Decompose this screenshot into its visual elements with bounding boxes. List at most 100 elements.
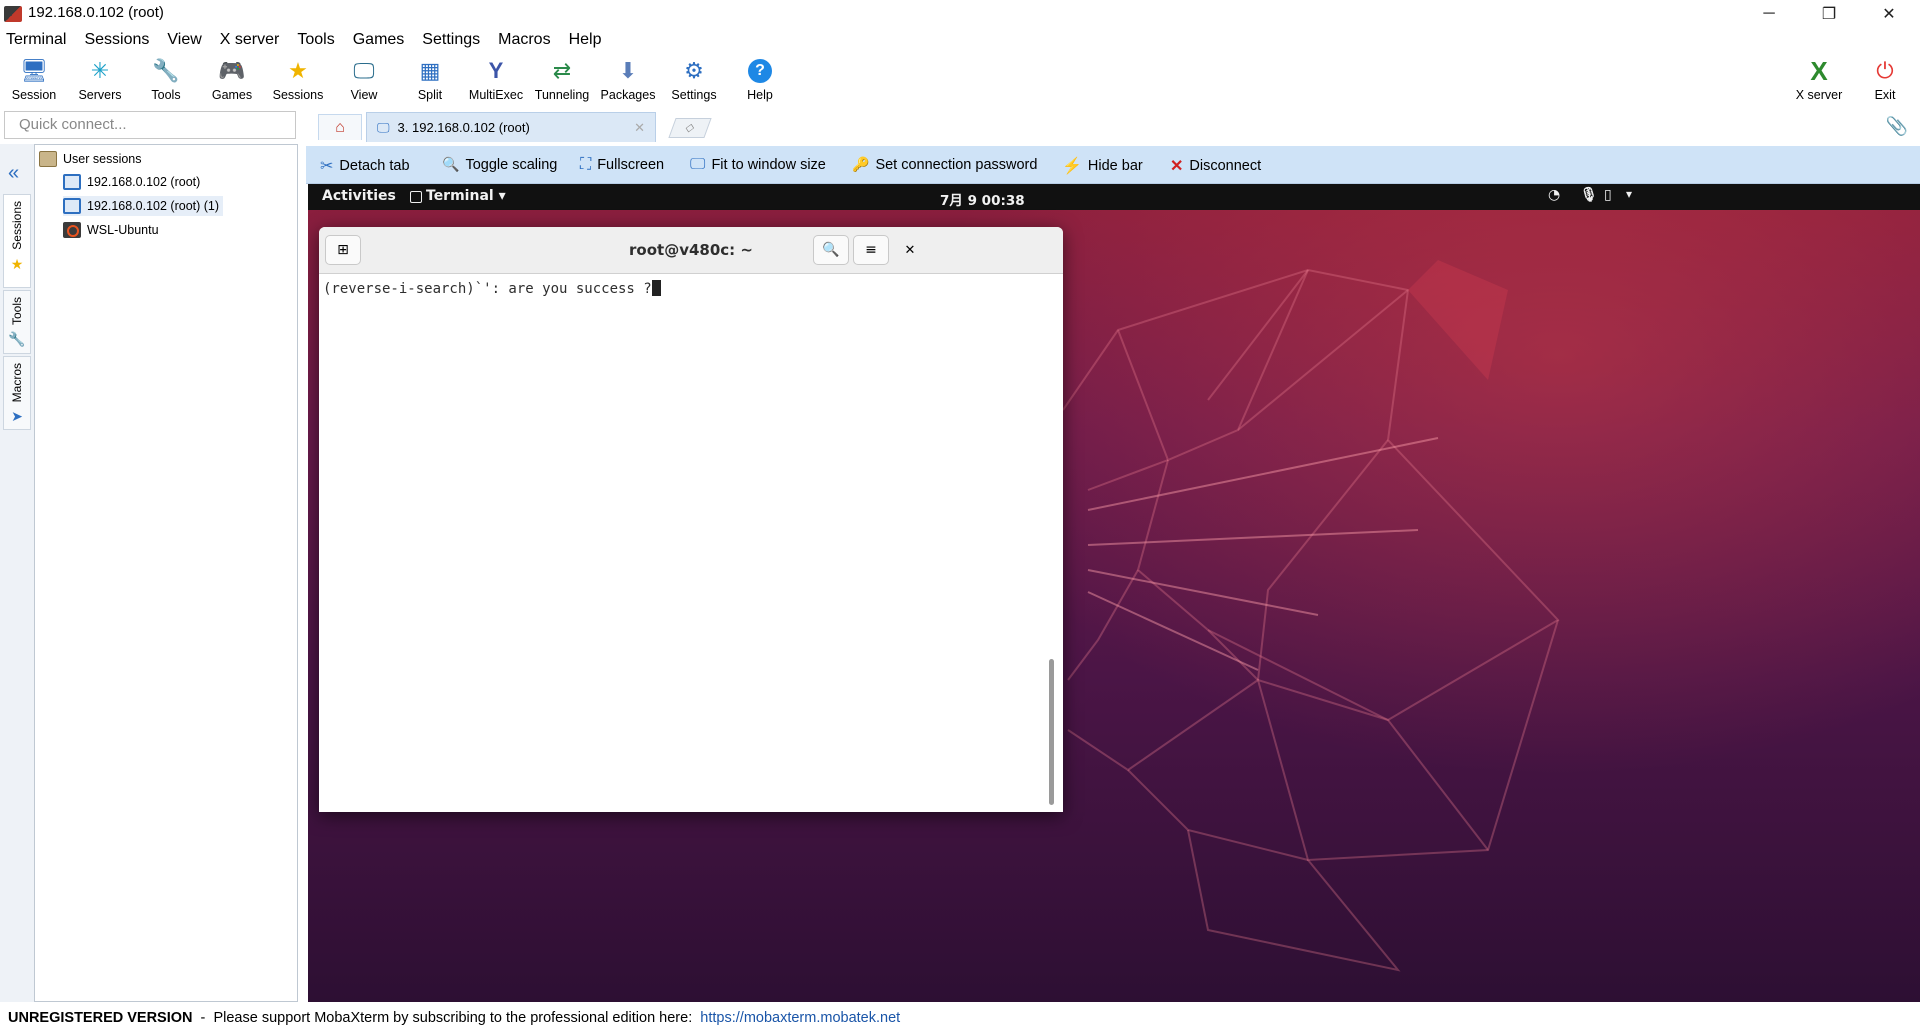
mic-icon[interactable]: 🎙 [1580, 187, 1598, 203]
split-button[interactable]: ▦ Split [397, 54, 463, 108]
packages-button[interactable]: ⬇ Packages [595, 54, 661, 108]
view-icon: 🖵 [353, 58, 375, 83]
fullscreen-icon: ⛶ [580, 156, 592, 173]
servers-button[interactable]: ✳ Servers [67, 54, 133, 108]
menu-games[interactable]: Games [353, 28, 413, 52]
star-icon: ★ [10, 255, 24, 272]
tree-root-user-sessions[interactable]: User sessions [39, 149, 142, 169]
x-server-button[interactable]: X X server [1786, 54, 1852, 108]
activities-button[interactable]: Activities [322, 188, 396, 204]
remote-desktop[interactable]: Activities Terminal ▾ 7月 9 00:38 ◔ 🎙 ▯ ▾… [308, 184, 1920, 1002]
new-tab-icon[interactable]: ⊞ [325, 235, 361, 265]
close-icon[interactable]: ✕ [895, 235, 925, 265]
remote-action-bar: ✂ Detach tab 🔍 Toggle scaling ⛶ Fullscre… [306, 146, 1920, 184]
sessions-panel: User sessions 192.168.0.102 (root) 192.1… [34, 144, 298, 1002]
title-bar: 192.168.0.102 (root) ─ ❐ ✕ [0, 0, 1920, 28]
home-tab[interactable]: ⌂ [318, 114, 362, 140]
menu-tools[interactable]: Tools [297, 28, 342, 52]
collapse-sidebar-icon[interactable]: « [8, 162, 19, 185]
menu-bar: Terminal Sessions View X server Tools Ga… [0, 28, 1920, 52]
wifi-icon[interactable]: ◔ [1548, 187, 1560, 203]
tools-button[interactable]: 🔧 Tools [133, 54, 199, 108]
toolbar: 🖥 Session ✳ Servers 🔧 Tools 🎮 Games ★ Se… [0, 54, 1920, 110]
exit-button[interactable]: ⏻ Exit [1852, 54, 1918, 108]
unregistered-label: UNREGISTERED VERSION [8, 1010, 193, 1026]
fit-to-window-button[interactable]: 🖵 Fit to window size [690, 156, 826, 174]
sessions-button[interactable]: ★ Sessions [265, 54, 331, 108]
monitor-icon: 🖵 [377, 119, 390, 135]
tab-strip: ⌂ 🖵 3. 192.168.0.102 (root) ✕ ◇ 📎 [300, 112, 1920, 142]
restore-button[interactable]: ❐ [1806, 0, 1852, 28]
terminal-header-bar: root@v480c: ~ ⊞ 🔍 ≡ ✕ [319, 227, 1063, 274]
text-cursor [651, 280, 661, 296]
help-icon: ? [748, 59, 772, 83]
terminal-title: root@v480c: ~ [629, 241, 753, 259]
minimize-button[interactable]: ─ [1746, 0, 1792, 28]
hamburger-menu-icon[interactable]: ≡ [853, 235, 889, 265]
paperclip-icon[interactable]: 📎 [1886, 116, 1908, 137]
mobatek-link[interactable]: https://mobaxterm.mobatek.net [700, 1010, 900, 1026]
x-server-icon: X [1810, 56, 1828, 86]
scrollbar-thumb[interactable] [1049, 659, 1054, 805]
tab-session-3[interactable]: 🖵 3. 192.168.0.102 (root) ✕ [366, 112, 656, 142]
close-tab-icon[interactable]: ✕ [634, 120, 645, 136]
detach-tab-button[interactable]: ✂ Detach tab [320, 156, 410, 176]
settings-button[interactable]: ⚙ Settings [661, 54, 727, 108]
menu-sessions[interactable]: Sessions [84, 28, 157, 52]
app-menu-terminal[interactable]: Terminal ▾ [426, 188, 506, 204]
hide-bar-button[interactable]: ⚡ Hide bar [1062, 156, 1143, 176]
fullscreen-button[interactable]: ⛶ Fullscreen [580, 156, 664, 174]
side-tab-bar: « Sessions ★ Tools 🔧 Macros ➤ [0, 144, 34, 1002]
session-item[interactable]: WSL-Ubuntu [63, 220, 159, 240]
scissors-icon: ✂ [320, 158, 334, 175]
games-button[interactable]: 🎮 Games [199, 54, 265, 108]
tunneling-button[interactable]: ⇄ Tunneling [529, 54, 595, 108]
power-icon: ⏻ [1876, 58, 1894, 83]
session-item[interactable]: 192.168.0.102 (root) [63, 172, 200, 192]
menu-macros[interactable]: Macros [498, 28, 558, 52]
clock[interactable]: 7月 9 00:38 [940, 189, 1025, 209]
menu-x-server[interactable]: X server [220, 28, 288, 52]
session-button[interactable]: 🖥 Session [1, 54, 67, 108]
user-sessions-icon [39, 151, 57, 167]
menu-settings[interactable]: Settings [422, 28, 488, 52]
terminal-app-icon [410, 191, 422, 203]
side-tab-tools[interactable]: Tools 🔧 [3, 290, 31, 354]
rdp-session-icon [63, 174, 81, 190]
window-title: 192.168.0.102 (root) [28, 4, 164, 21]
menu-view[interactable]: View [167, 28, 209, 52]
disconnect-icon: ✕ [1170, 158, 1184, 175]
terminal-output[interactable]: (reverse-i-search)`': are you success ? [321, 276, 1045, 812]
key-icon: 🔑 [852, 156, 870, 172]
terminal-line: (reverse-i-search)`': are you success ? [323, 281, 652, 297]
session-item[interactable]: 192.168.0.102 (root) (1) [63, 196, 224, 216]
new-tab-button[interactable]: ◇ [668, 118, 712, 138]
multiexec-button[interactable]: Y MultiExec [463, 54, 529, 108]
terminal-window[interactable]: root@v480c: ~ ⊞ 🔍 ≡ ✕ (reverse-i-search)… [319, 227, 1063, 812]
toggle-scaling-button[interactable]: 🔍 Toggle scaling [442, 156, 557, 173]
terminal-scrollbar[interactable] [1047, 279, 1057, 809]
menu-arrow-icon[interactable]: ▾ [1626, 187, 1632, 201]
search-icon[interactable]: 🔍 [813, 235, 849, 265]
support-message: Please support MobaXterm by subscribing … [213, 1010, 693, 1026]
menu-terminal[interactable]: Terminal [6, 28, 74, 52]
tunneling-icon: ⇄ [552, 58, 572, 83]
macros-icon: ➤ [11, 408, 23, 425]
session-icon: 🖥 [20, 58, 48, 83]
status-separator: - [192, 1010, 214, 1026]
side-tab-sessions[interactable]: Sessions ★ [3, 194, 31, 288]
tools-icon: 🔧 [8, 331, 26, 348]
multiexec-icon: Y [488, 58, 504, 83]
close-window-button[interactable]: ✕ [1866, 0, 1912, 28]
side-tab-macros[interactable]: Macros ➤ [3, 356, 31, 430]
split-icon: ▦ [419, 58, 441, 83]
view-button[interactable]: 🖵 View [331, 54, 397, 108]
menu-help[interactable]: Help [569, 28, 610, 52]
set-connection-password-button[interactable]: 🔑 Set connection password [852, 156, 1037, 173]
battery-icon[interactable]: ▯ [1604, 187, 1612, 203]
disconnect-button[interactable]: ✕ Disconnect [1170, 156, 1261, 176]
gnome-top-bar: Activities Terminal ▾ 7月 9 00:38 ◔ 🎙 ▯ ▾ [308, 184, 1920, 210]
quick-connect-input[interactable]: Quick connect... [4, 111, 296, 139]
help-button[interactable]: ? Help [727, 54, 793, 108]
app-icon [4, 6, 22, 22]
